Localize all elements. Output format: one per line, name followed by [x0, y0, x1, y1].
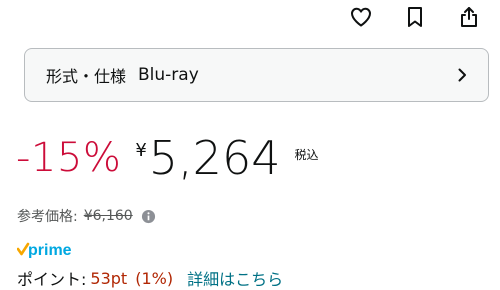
chevron-right-icon [458, 68, 466, 82]
discount-percent: -15% [16, 135, 122, 181]
reference-price-label: 参考価格: [17, 209, 78, 225]
format-value: Blu-ray [138, 65, 199, 85]
points-details-link[interactable]: 詳細はこちら [187, 266, 283, 290]
points-value: 53pt [90, 268, 128, 288]
tax-note: 税込 [294, 148, 319, 162]
reference-price: ¥6,160 [83, 208, 133, 224]
format-label: 形式・仕様 [46, 67, 127, 86]
sale-price: 5,264 [148, 131, 281, 185]
currency-symbol: ¥ [135, 140, 147, 161]
reference-price-row: 参考価格: ¥6,160 [17, 206, 156, 226]
prime-badge: prime [17, 240, 81, 258]
points-row: ポイント: 53pt (1%) 詳細はこちら [17, 266, 283, 290]
bookmark-icon[interactable] [402, 4, 428, 30]
prime-logo: prime [17, 242, 72, 258]
price-row: -15% ¥ 5,264 税込 [16, 134, 319, 182]
header-actions [348, 0, 482, 34]
format-selector[interactable]: 形式・仕様 Blu-ray [24, 48, 489, 102]
points-label: ポイント: [17, 270, 87, 289]
heart-icon[interactable] [348, 4, 374, 30]
info-icon[interactable] [141, 209, 156, 224]
prime-label: prime [28, 242, 72, 258]
share-icon[interactable] [456, 4, 482, 30]
points-percent: (1%) [135, 268, 174, 288]
